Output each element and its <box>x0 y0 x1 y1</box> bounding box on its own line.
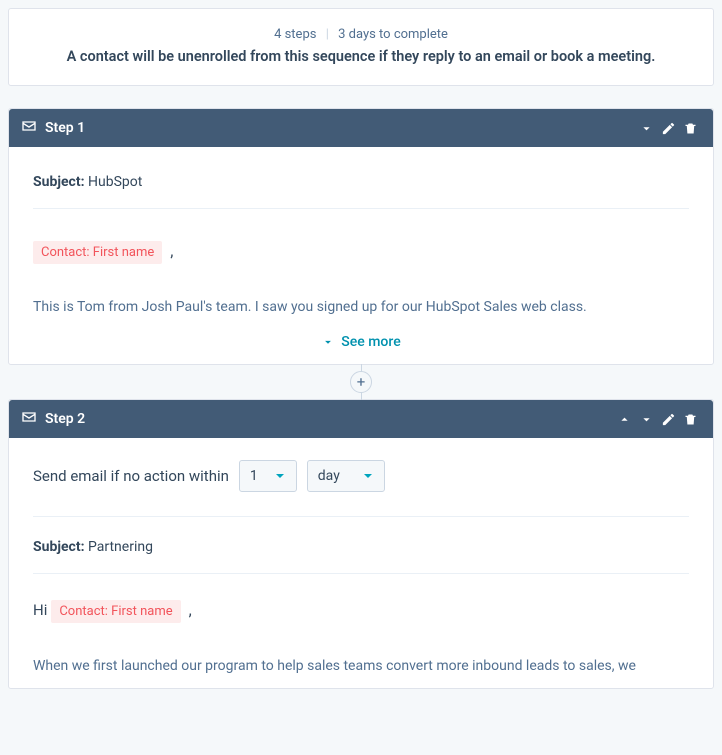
delete-icon[interactable] <box>679 117 701 139</box>
wait-value-select[interactable]: 1 <box>239 460 297 492</box>
subject-label: Subject: <box>33 539 85 555</box>
step-2-subject-row: Subject: Partnering <box>33 517 689 574</box>
subject-value: HubSpot <box>88 174 142 190</box>
greeting: Hi <box>33 601 47 619</box>
step-2-card: Step 2 Send email if no action within 1 … <box>8 399 714 688</box>
comma: , <box>170 241 173 260</box>
step-connector: + <box>8 365 714 399</box>
email-icon <box>21 409 37 429</box>
wait-value: 1 <box>250 468 258 484</box>
step-2-header: Step 2 <box>9 400 713 438</box>
duration: 3 days to complete <box>338 27 448 42</box>
add-step-button[interactable]: + <box>350 371 372 393</box>
contact-first-name-token[interactable]: Contact: First name <box>33 241 162 264</box>
step-1-title: Step 1 <box>45 120 85 136</box>
collapse-icon[interactable] <box>635 408 657 430</box>
edit-icon[interactable] <box>657 408 679 430</box>
wait-label: Send email if no action within <box>33 467 229 485</box>
move-up-icon[interactable] <box>613 408 635 430</box>
see-more-button[interactable]: See more <box>33 318 689 354</box>
separator: | <box>326 27 329 42</box>
wait-unit-select[interactable]: day <box>307 460 385 492</box>
email-preview: This is Tom from Josh Paul's team. I saw… <box>33 296 689 318</box>
unenroll-message: A contact will be unenrolled from this s… <box>25 48 697 65</box>
chevron-down-icon <box>321 335 335 349</box>
email-icon <box>21 118 37 138</box>
step-2-title: Step 2 <box>45 411 85 427</box>
edit-icon[interactable] <box>657 117 679 139</box>
collapse-icon[interactable] <box>635 117 657 139</box>
chevron-down-icon <box>362 470 374 482</box>
steps-count: 4 steps <box>274 27 316 42</box>
step-1-subject-row: Subject: HubSpot <box>33 165 689 209</box>
see-more-label: See more <box>341 334 400 350</box>
subject-value: Partnering <box>88 539 153 555</box>
comma: , <box>189 600 192 619</box>
email-preview: When we first launched our program to he… <box>33 655 689 677</box>
delete-icon[interactable] <box>679 408 701 430</box>
wait-unit: day <box>318 468 340 484</box>
sequence-summary: 4 steps | 3 days to complete A contact w… <box>8 8 714 86</box>
step-1-card: Step 1 Subject: HubSpot Contact: First n… <box>8 108 714 365</box>
subject-label: Subject: <box>33 174 85 190</box>
wait-condition-row: Send email if no action within 1 day <box>33 456 689 517</box>
step-1-header: Step 1 <box>9 109 713 147</box>
chevron-down-icon <box>274 470 286 482</box>
contact-first-name-token[interactable]: Contact: First name <box>51 600 180 623</box>
